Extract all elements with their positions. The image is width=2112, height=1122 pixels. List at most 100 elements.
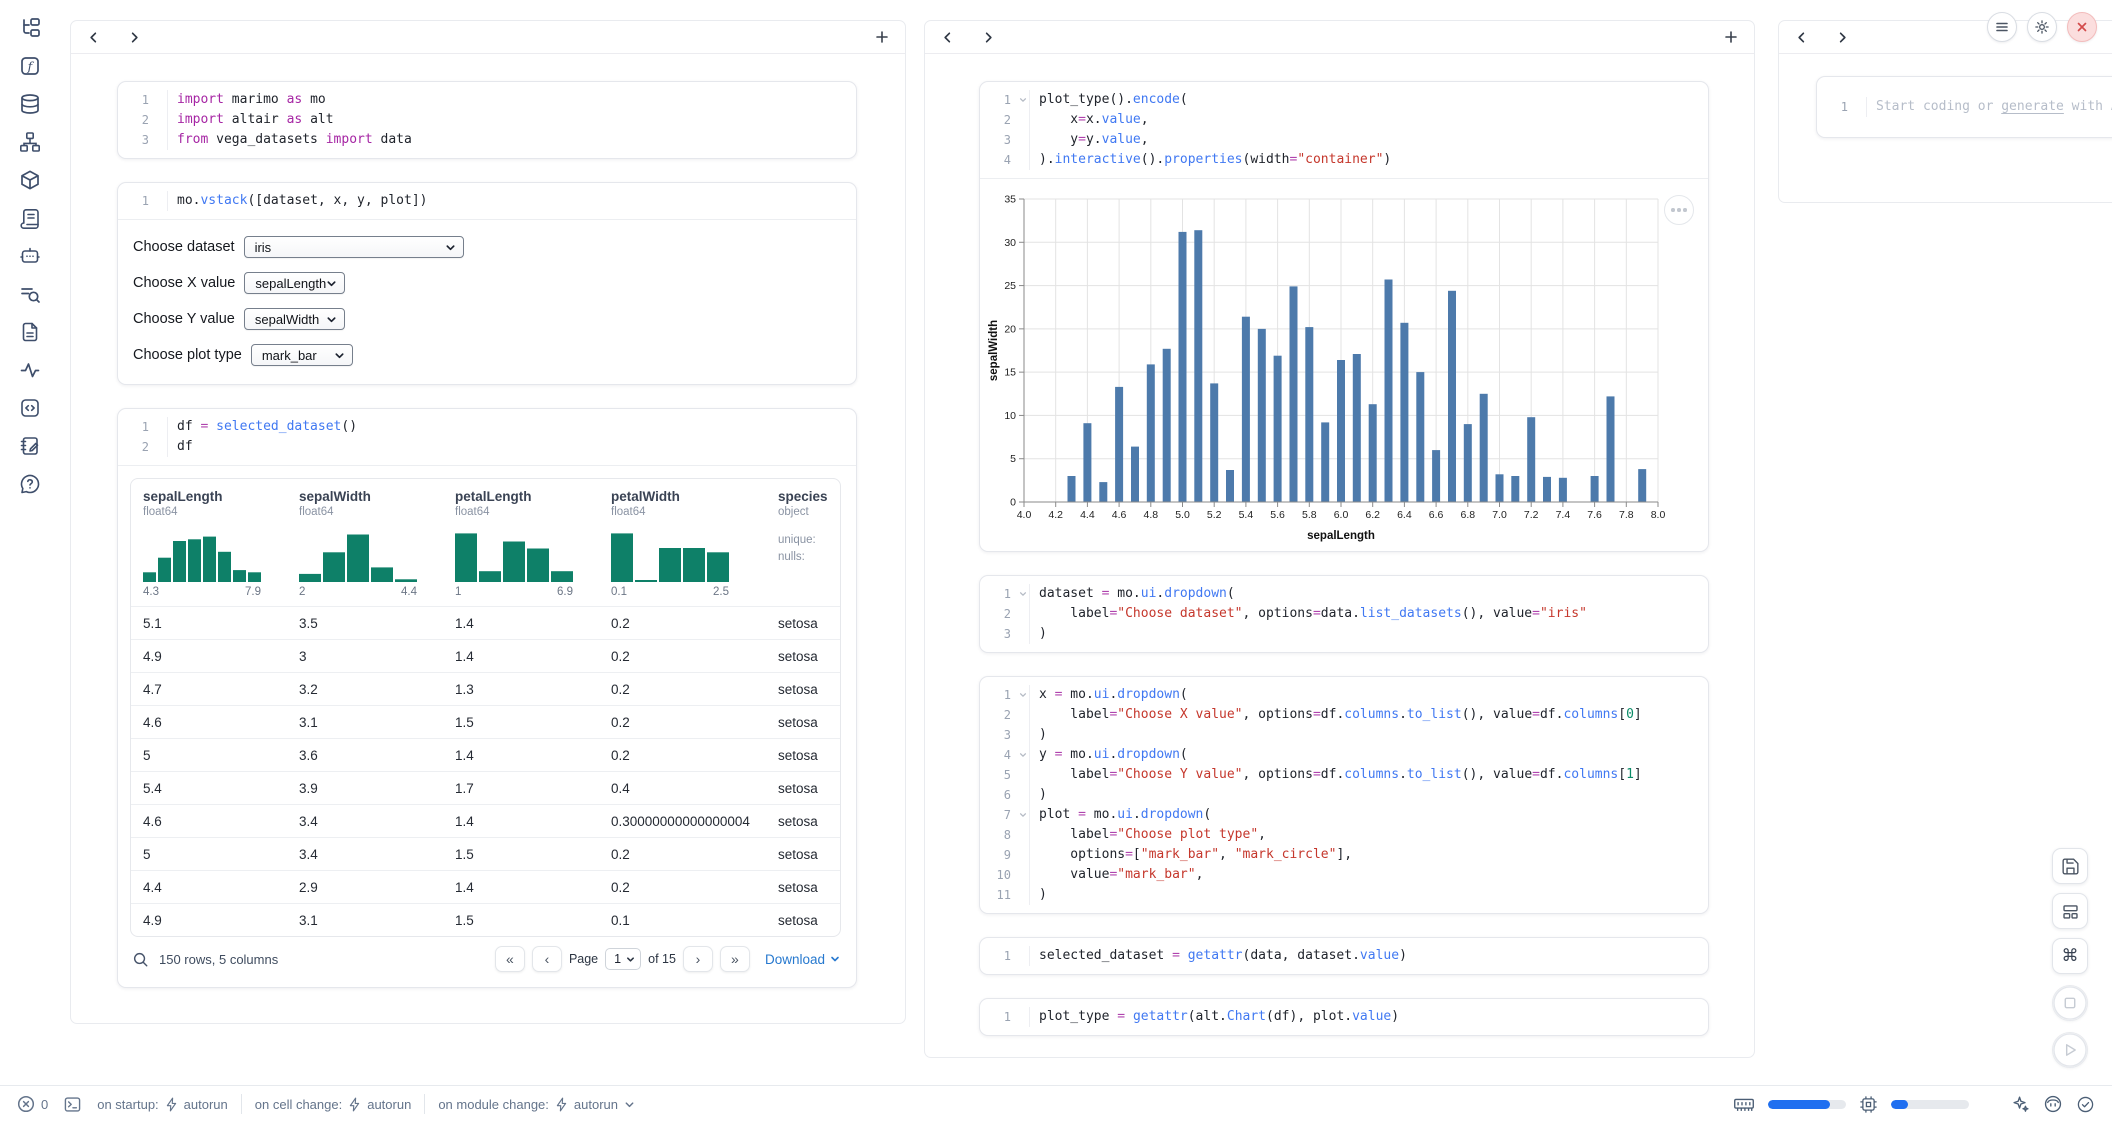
code-line[interactable]: 3)	[980, 725, 1708, 745]
code-line[interactable]: 2 label="Choose dataset", options=data.l…	[980, 604, 1708, 624]
chat-icon[interactable]	[18, 244, 42, 268]
prev-column-button[interactable]	[1795, 31, 1808, 44]
empty-code-cell[interactable]: 1 Start coding or generate with AI	[1816, 76, 2112, 138]
code-line[interactable]: 1dataset = mo.ui.dropdown(	[980, 584, 1708, 604]
terminal-button[interactable]	[63, 1095, 82, 1114]
code-line[interactable]: 6)	[980, 785, 1708, 805]
code-line[interactable]: 7plot = mo.ui.dropdown(	[980, 805, 1708, 825]
search-icon[interactable]	[132, 951, 149, 968]
download-button[interactable]: Download	[765, 952, 840, 967]
code-line[interactable]: 1selected_dataset = getattr(data, datase…	[980, 946, 1708, 966]
copilot-icon[interactable]	[2043, 1094, 2063, 1114]
table-row[interactable]: 4.73.21.30.2setosa	[131, 672, 840, 705]
next-column-button[interactable]	[982, 31, 995, 44]
fold-toggle[interactable]	[1016, 685, 1029, 705]
fold-toggle[interactable]	[1016, 805, 1029, 825]
datasources-icon[interactable]	[18, 92, 42, 116]
tracing-icon[interactable]	[18, 358, 42, 382]
bar-chart[interactable]: 051015202530354.04.24.44.64.85.05.25.45.…	[986, 187, 1708, 549]
stop-button[interactable]	[2052, 985, 2088, 1021]
runtime-on-startup[interactable]: on startup: autorun	[97, 1097, 228, 1112]
code-cell-plot[interactable]: 1plot_type().encode(2 x=x.value,3 y=y.va…	[979, 81, 1709, 552]
choose-plot-type-select[interactable]: mark_bar	[251, 344, 353, 366]
dependencies-icon[interactable]	[18, 130, 42, 154]
runtime-on-module-change[interactable]: on module change: autorun	[438, 1097, 635, 1112]
table-row[interactable]: 5.13.51.40.2setosa	[131, 606, 840, 639]
scratchpad-icon[interactable]	[18, 434, 42, 458]
add-cell-button[interactable]	[1724, 30, 1738, 44]
table-row[interactable]: 53.61.40.2setosa	[131, 738, 840, 771]
code-line[interactable]: 1import marimo as mo	[118, 90, 856, 110]
code-line[interactable]: 1plot_type = getattr(alt.Chart(df), plot…	[980, 1007, 1708, 1027]
next-column-button[interactable]	[1836, 31, 1849, 44]
code-editor-placeholder[interactable]: Start coding or generate with AI	[1866, 97, 2112, 117]
shortcuts-button[interactable]: ⌘	[2052, 938, 2088, 974]
fold-toggle[interactable]	[1016, 584, 1029, 604]
table-row[interactable]: 4.931.40.2setosa	[131, 639, 840, 672]
choose-y-value-select[interactable]: sepalWidth	[244, 308, 345, 330]
code-line[interactable]: 11)	[980, 885, 1708, 905]
code-line[interactable]: 3 y=y.value,	[980, 130, 1708, 150]
code-line[interactable]: 1plot_type().encode(	[980, 90, 1708, 110]
code-line[interactable]: 1mo.vstack([dataset, x, y, plot])	[118, 191, 856, 211]
next-page-button[interactable]: ›	[683, 946, 713, 972]
layout-button[interactable]	[2052, 893, 2088, 929]
code-cell-dataframe[interactable]: 1df = selected_dataset()2df sepalLengthf…	[117, 408, 857, 988]
code-line[interactable]: 9 options=["mark_bar", "mark_circle"],	[980, 845, 1708, 865]
prev-column-button[interactable]	[941, 31, 954, 44]
code-line[interactable]: 3from vega_datasets import data	[118, 130, 856, 150]
code-line[interactable]: 4).interactive().properties(width="conta…	[980, 150, 1708, 170]
file-tree-icon[interactable]	[18, 16, 42, 40]
search-logs-icon[interactable]	[18, 282, 42, 306]
runtime-on-cell-change[interactable]: on cell change: autorun	[255, 1097, 412, 1112]
table-row[interactable]: 4.93.11.50.1setosa	[131, 903, 840, 936]
settings-button[interactable]	[2027, 12, 2057, 42]
code-line[interactable]: 2 x=x.value,	[980, 110, 1708, 130]
code-line[interactable]: 1x = mo.ui.dropdown(	[980, 685, 1708, 705]
snippets-icon[interactable]	[18, 396, 42, 420]
code-line[interactable]: 4y = mo.ui.dropdown(	[980, 745, 1708, 765]
chart-actions-button[interactable]	[1664, 195, 1694, 225]
table-row[interactable]: 4.42.91.40.2setosa	[131, 870, 840, 903]
code-line[interactable]: 2df	[118, 437, 856, 457]
run-button[interactable]	[2052, 1032, 2088, 1068]
choose-x-value-select[interactable]: sepalLength	[244, 272, 345, 294]
check-circle-icon[interactable]	[2076, 1095, 2095, 1114]
code-line[interactable]: 2import altair as alt	[118, 110, 856, 130]
code-line[interactable]: 5 label="Choose Y value", options=df.col…	[980, 765, 1708, 785]
first-page-button[interactable]: «	[495, 946, 525, 972]
column-name[interactable]: sepalLength	[143, 489, 287, 504]
code-cell-imports[interactable]: 1import marimo as mo2import altair as al…	[117, 81, 857, 159]
code-cell-plot-type[interactable]: 1plot_type = getattr(alt.Chart(df), plot…	[979, 998, 1709, 1036]
shutdown-button[interactable]	[2067, 12, 2097, 42]
page-select[interactable]: 1	[605, 948, 641, 970]
code-line[interactable]: 3)	[980, 624, 1708, 644]
error-count-badge[interactable]: 0	[17, 1095, 48, 1113]
code-line[interactable]: 8 label="Choose plot type",	[980, 825, 1708, 845]
fold-toggle[interactable]	[1016, 745, 1029, 765]
code-line[interactable]: 2 label="Choose X value", options=df.col…	[980, 705, 1708, 725]
code-line[interactable]: 10 value="mark_bar",	[980, 865, 1708, 885]
help-icon[interactable]	[18, 472, 42, 496]
notebook-menu-button[interactable]	[1987, 12, 2017, 42]
code-cell-selected-dataset[interactable]: 1selected_dataset = getattr(data, datase…	[979, 937, 1709, 975]
code-cell-vstack[interactable]: 1mo.vstack([dataset, x, y, plot]) Choose…	[117, 182, 857, 385]
fold-toggle[interactable]	[1016, 90, 1029, 110]
add-cell-button[interactable]	[875, 30, 889, 44]
packages-icon[interactable]	[18, 168, 42, 192]
column-name[interactable]: species	[778, 489, 841, 504]
column-name[interactable]: sepalWidth	[299, 489, 443, 504]
column-name[interactable]: petalWidth	[611, 489, 766, 504]
prev-page-button[interactable]: ‹	[532, 946, 562, 972]
logs-icon[interactable]	[18, 206, 42, 230]
table-row[interactable]: 53.41.50.2setosa	[131, 837, 840, 870]
column-name[interactable]: petalLength	[455, 489, 599, 504]
last-page-button[interactable]: »	[720, 946, 750, 972]
sparkles-icon[interactable]	[2010, 1094, 2030, 1114]
save-button[interactable]	[2052, 848, 2088, 884]
table-row[interactable]: 5.43.91.70.4setosa	[131, 771, 840, 804]
code-cell-xy-plot-dropdowns[interactable]: 1x = mo.ui.dropdown(2 label="Choose X va…	[979, 676, 1709, 914]
documentation-icon[interactable]	[18, 320, 42, 344]
prev-column-button[interactable]	[87, 31, 100, 44]
functions-icon[interactable]: f	[18, 54, 42, 78]
